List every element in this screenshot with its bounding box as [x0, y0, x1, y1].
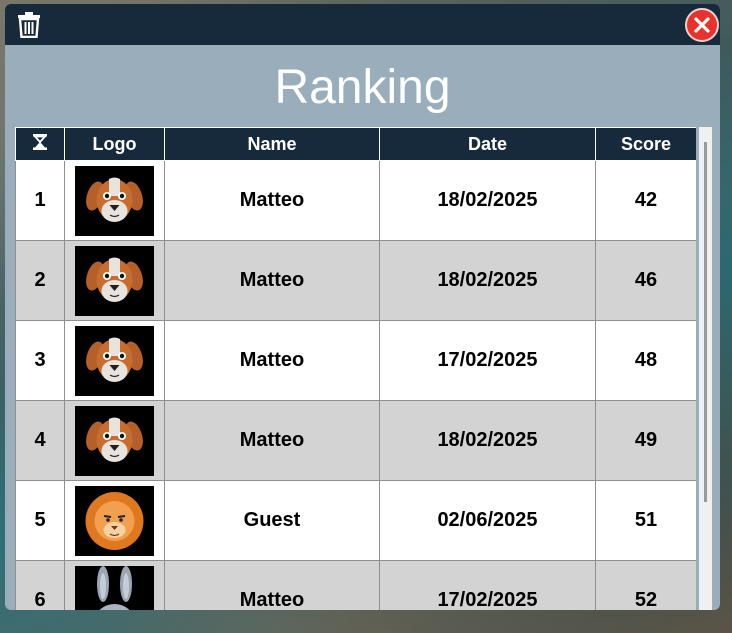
table-row[interactable]: 2 Matteo 18/02/2025 46: [15, 240, 696, 321]
rank-cell: 5: [15, 480, 65, 561]
scrollbar[interactable]: [699, 127, 712, 610]
hourglass-icon: [32, 133, 48, 150]
rank-cell: 6: [15, 560, 65, 610]
name-cell: Matteo: [164, 240, 380, 321]
date-cell: 17/02/2025: [379, 560, 596, 610]
header-name[interactable]: Name: [164, 127, 380, 161]
table-row[interactable]: 5 Guest 02/06/2025 51: [15, 480, 696, 561]
name-cell: Matteo: [164, 160, 380, 241]
ranking-table-container[interactable]: Logo Name Date Score 1 Matteo 18/02/2025…: [15, 127, 696, 610]
table-row[interactable]: 6 Matteo 17/02/2025 52: [15, 560, 696, 610]
dog-avatar: [75, 165, 154, 236]
date-cell: 17/02/2025: [379, 320, 596, 401]
table-row[interactable]: 1 Matteo 18/02/2025 42: [15, 160, 696, 241]
dog-avatar: [75, 325, 154, 396]
name-cell: Guest: [164, 480, 380, 561]
lion-avatar: [75, 485, 154, 556]
table-header-row: Logo Name Date Score: [15, 127, 696, 161]
close-button[interactable]: [685, 8, 719, 42]
header-score[interactable]: Score: [595, 127, 696, 161]
ranking-table: Logo Name Date Score 1 Matteo 18/02/2025…: [15, 127, 696, 610]
table-row[interactable]: 4 Matteo 18/02/2025 49: [15, 400, 696, 481]
dog-avatar: [75, 245, 154, 316]
ranking-window: Ranking Logo Name Date Score 1 Matteo 18…: [5, 4, 720, 610]
header-logo[interactable]: Logo: [64, 127, 165, 161]
score-cell: 51: [595, 480, 696, 561]
score-cell: 46: [595, 240, 696, 321]
page-title: Ranking: [274, 61, 451, 114]
header-date[interactable]: Date: [379, 127, 596, 161]
rank-cell: 2: [15, 240, 65, 321]
score-cell: 49: [595, 400, 696, 481]
date-cell: 18/02/2025: [379, 240, 596, 321]
score-cell: 48: [595, 320, 696, 401]
dog-avatar: [75, 405, 154, 476]
table-row[interactable]: 3 Matteo 17/02/2025 48: [15, 320, 696, 401]
close-icon: [694, 17, 710, 33]
rabbit-avatar: [75, 565, 154, 610]
date-cell: 02/06/2025: [379, 480, 596, 561]
scroll-thumb[interactable]: [704, 142, 707, 502]
score-cell: 52: [595, 560, 696, 610]
name-cell: Matteo: [164, 400, 380, 481]
rank-cell: 4: [15, 400, 65, 481]
name-cell: Matteo: [164, 320, 380, 401]
trash-icon[interactable]: [17, 12, 41, 39]
rank-cell: 3: [15, 320, 65, 401]
title-bar: [5, 4, 720, 45]
rank-cell: 1: [15, 160, 65, 241]
date-cell: 18/02/2025: [379, 160, 596, 241]
header-rank[interactable]: [15, 127, 65, 161]
score-cell: 42: [595, 160, 696, 241]
name-cell: Matteo: [164, 560, 380, 610]
date-cell: 18/02/2025: [379, 400, 596, 481]
